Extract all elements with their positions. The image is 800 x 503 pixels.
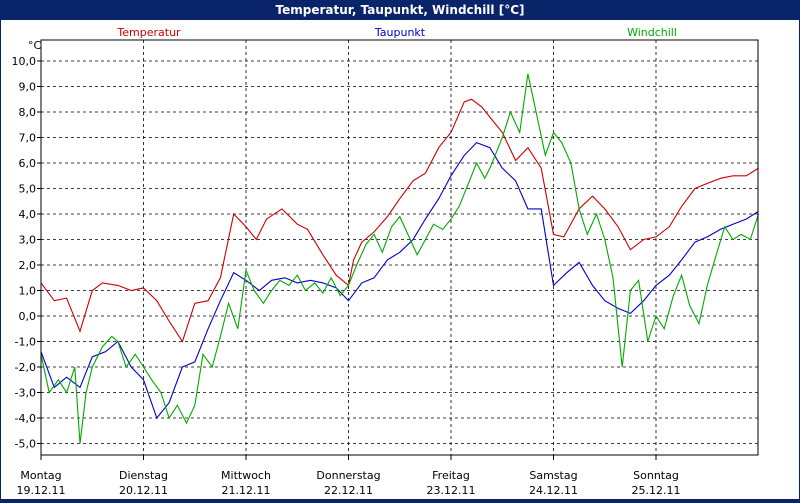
- x-tick-label-day: Samstag: [529, 469, 577, 482]
- chart-window: Temperatur, Taupunkt, Windchill [°C] 10,…: [0, 0, 800, 500]
- y-tick-label: 9,0: [19, 81, 37, 94]
- x-tick-label-date: 20.12.11: [119, 484, 168, 497]
- x-tick-label-day: Donnerstag: [316, 469, 380, 482]
- window-title: Temperatur, Taupunkt, Windchill [°C]: [275, 3, 525, 17]
- series-line-temperatur: [40, 98, 759, 343]
- chart-canvas: 10,0 9,0 8,0 7,0 6,0 5,0 4,0 3,0 2,0 1,0 0,0 -1,0 -2…: [1, 20, 799, 499]
- x-tick-label-day: Mittwoch: [221, 469, 271, 482]
- y-tick-label: -3,0: [15, 387, 36, 400]
- x-tick-label-day: Dienstag: [119, 469, 168, 482]
- y-tick-label: 6,0: [19, 157, 37, 170]
- y-tick-label: 8,0: [19, 106, 37, 119]
- x-tick-label-date: 19.12.11: [17, 484, 66, 497]
- x-tick-label-day: Sonntag: [633, 469, 679, 482]
- x-tick-label-date: 23.12.11: [427, 484, 476, 497]
- y-tick-label: 3,0: [19, 234, 37, 247]
- x-tick-label-day: Montag: [20, 469, 61, 482]
- y-tick-label: 10,0: [12, 55, 37, 68]
- legend-windchill: Windchill: [627, 26, 677, 39]
- y-tick-label: 7,0: [19, 132, 37, 145]
- series-line-taupunkt: [40, 141, 759, 420]
- x-tick-label-day: Freitag: [432, 469, 470, 482]
- y-tick-label: -1,0: [15, 336, 36, 349]
- y-tick-label: 4,0: [19, 208, 37, 221]
- x-tick-label-date: 24.12.11: [529, 484, 578, 497]
- y-tick-label: -4,0: [15, 412, 36, 425]
- line-chart: 10,0 9,0 8,0 7,0 6,0 5,0 4,0 3,0 2,0 1,0 0,0 -1,0 -2…: [12, 26, 760, 497]
- y-tick-label: 5,0: [19, 183, 37, 196]
- y-tick-label: -5,0: [15, 438, 36, 451]
- series-line-windchill: [40, 73, 760, 444]
- x-tick-label-date: 22.12.11: [324, 484, 373, 497]
- y-axis-label: °C: [28, 39, 42, 52]
- legend-taupunkt: Taupunkt: [374, 26, 426, 39]
- legend-temperatur: Temperatur: [116, 26, 181, 39]
- y-tick-label: -2,0: [15, 361, 36, 374]
- x-tick-label-date: 21.12.11: [222, 484, 271, 497]
- y-tick-label: 0,0: [19, 310, 37, 323]
- y-tick-label: 1,0: [19, 285, 37, 298]
- x-tick-label-date: 25.12.11: [632, 484, 681, 497]
- y-tick-label: 2,0: [19, 259, 37, 272]
